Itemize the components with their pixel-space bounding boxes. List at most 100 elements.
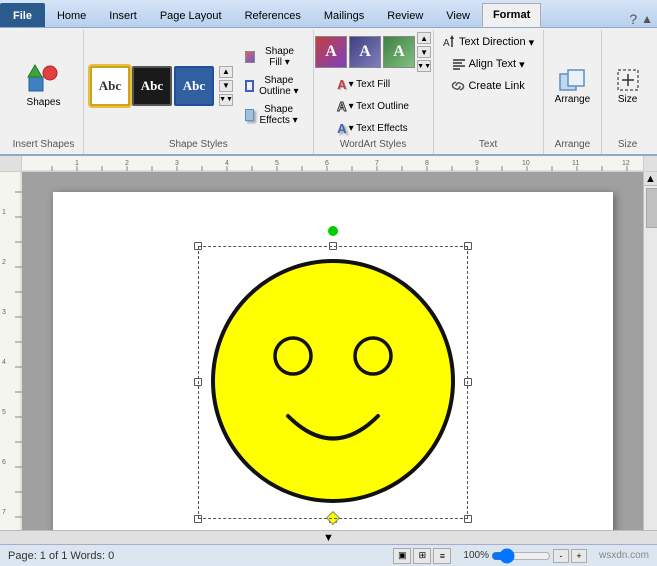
zoom-out-btn[interactable]: - (553, 549, 569, 563)
text-group: A Text Direction ▾ Align Text ▾ (434, 30, 544, 154)
link-icon (451, 79, 465, 93)
tab-references[interactable]: References (234, 3, 312, 27)
svg-text:5: 5 (275, 160, 279, 167)
text-effects-btn[interactable]: A ▾ Text Effects (332, 118, 414, 139)
size-label: Size (618, 139, 637, 152)
view-buttons: ▣ ⊞ ≡ (393, 548, 451, 564)
scroll-thumb[interactable] (646, 188, 657, 228)
tab-view[interactable]: View (435, 3, 481, 27)
style-scroll: ▲ ▼ ▼▼ (219, 66, 233, 106)
arrange-icon (558, 66, 586, 94)
tab-home[interactable]: Home (46, 3, 97, 27)
text-fill-btn[interactable]: A ▾ Text Fill (332, 74, 414, 95)
style-boxes: Abc Abc Abc (90, 66, 214, 106)
arrange-btn[interactable]: Arrange (547, 62, 599, 109)
shapes-button[interactable]: Shapes (21, 59, 67, 112)
smiley-shape[interactable] (203, 251, 463, 514)
ruler-scrollbar-corner (643, 156, 657, 172)
style-blue[interactable]: Abc (174, 66, 214, 106)
yellow-diamond-handle[interactable] (325, 510, 339, 524)
size-btn[interactable]: Size (606, 62, 650, 109)
doc-row: 1 2 3 4 5 6 (0, 172, 657, 530)
svg-text:2: 2 (2, 259, 6, 266)
shape-fill-icon (245, 51, 255, 63)
svg-text:A: A (443, 38, 450, 49)
scroll-up-btn[interactable]: ▲ (644, 172, 657, 186)
svg-text:2: 2 (125, 160, 129, 167)
text-outline-a-icon: A (337, 99, 346, 114)
arrange-group: Arrange Arrange (544, 30, 603, 154)
handle-top-left[interactable] (194, 242, 202, 250)
style-white[interactable]: Abc (90, 66, 130, 106)
status-right: ▣ ⊞ ≡ 100% - + wsxdn.com (393, 548, 649, 564)
handle-top-right[interactable] (464, 242, 472, 250)
document-page (53, 192, 613, 530)
svg-text:1: 1 (2, 209, 6, 216)
tab-review[interactable]: Review (376, 3, 434, 27)
svg-text:6: 6 (2, 459, 6, 466)
tab-insert[interactable]: Insert (98, 3, 148, 27)
handle-mid-left[interactable] (194, 378, 202, 386)
insert-shapes-group: Shapes Insert Shapes (4, 30, 84, 154)
wordart-style-2[interactable]: A (349, 36, 381, 68)
svg-text:1: 1 (75, 160, 79, 167)
vertical-scrollbar[interactable]: ▲ ▼ (643, 172, 657, 530)
svg-text:4: 4 (225, 160, 229, 167)
text-fill-a-icon: A (337, 77, 346, 92)
shape-effects-icon (245, 109, 254, 121)
align-text-btn[interactable]: Align Text ▾ (447, 54, 530, 74)
help-icon[interactable]: ? (629, 11, 637, 27)
handle-bot-right[interactable] (464, 515, 472, 523)
shape-effects-btn[interactable]: Shape Effects ▾ (240, 101, 307, 129)
zoom-in-btn[interactable]: + (571, 549, 587, 563)
wordart-scroll-down[interactable]: ▼ (417, 46, 431, 58)
view-fullscreen-btn[interactable]: ⊞ (413, 548, 431, 564)
wordart-style-1[interactable]: A (315, 36, 347, 68)
text-effects-a-icon: A (337, 121, 346, 136)
page-area (22, 172, 643, 530)
rotate-handle[interactable] (328, 226, 338, 236)
svg-text:8: 8 (425, 160, 429, 167)
text-direction-btn[interactable]: A Text Direction ▾ (437, 32, 539, 52)
style-scroll-up[interactable]: ▲ (219, 66, 233, 78)
svg-text:7: 7 (375, 160, 379, 167)
status-info: Page: 1 of 1 Words: 0 (8, 550, 114, 562)
view-web-btn[interactable]: ≡ (433, 548, 451, 564)
watermark: wsxdn.com (599, 550, 649, 561)
tab-format[interactable]: Format (482, 3, 541, 27)
svg-text:11: 11 (572, 160, 579, 167)
arrange-label: Arrange (555, 139, 591, 152)
tab-file[interactable]: File (0, 3, 45, 27)
style-black[interactable]: Abc (132, 66, 172, 106)
shape-styles-group: Abc Abc Abc ▲ ▼ ▼▼ Shape Fill ▾ (84, 30, 314, 154)
wordart-scroll-up[interactable]: ▲ (417, 32, 431, 44)
minimize-ribbon-icon[interactable]: ▲ (641, 12, 653, 26)
handle-top-center[interactable] (329, 242, 337, 250)
size-icon (614, 66, 642, 94)
zoom-slider[interactable] (491, 551, 551, 561)
smiley-svg (203, 251, 463, 511)
insert-shapes-label: Insert Shapes (13, 139, 75, 152)
shape-fill-btn[interactable]: Shape Fill ▾ (240, 43, 307, 71)
style-scroll-more[interactable]: ▼▼ (219, 94, 233, 106)
align-text-icon (452, 57, 466, 71)
view-print-btn[interactable]: ▣ (393, 548, 411, 564)
text-outline-btn[interactable]: A ▾ Text Outline (332, 96, 414, 117)
tab-mailings[interactable]: Mailings (313, 3, 375, 27)
create-link-btn[interactable]: Create Link (446, 76, 529, 96)
svg-text:3: 3 (175, 160, 179, 167)
status-bar: Page: 1 of 1 Words: 0 ▣ ⊞ ≡ 100% - + wsx… (0, 544, 657, 566)
wordart-scroll-more[interactable]: ▼▼ (417, 60, 431, 72)
handle-mid-right[interactable] (464, 378, 472, 386)
shapes-icon (27, 63, 59, 95)
size-group: Size Size (602, 30, 653, 154)
shape-styles-label: Shape Styles (169, 139, 228, 152)
wordart-style-3[interactable]: A (383, 36, 415, 68)
zoom-area: 100% - + (463, 549, 587, 563)
shape-outline-btn[interactable]: Shape Outline ▾ (240, 72, 307, 100)
handle-bot-left[interactable] (194, 515, 202, 523)
ruler-marks-svg: 1 2 3 4 5 6 (22, 156, 643, 172)
tab-page-layout[interactable]: Page Layout (149, 3, 233, 27)
style-scroll-down[interactable]: ▼ (219, 80, 233, 92)
svg-text:10: 10 (522, 160, 530, 167)
